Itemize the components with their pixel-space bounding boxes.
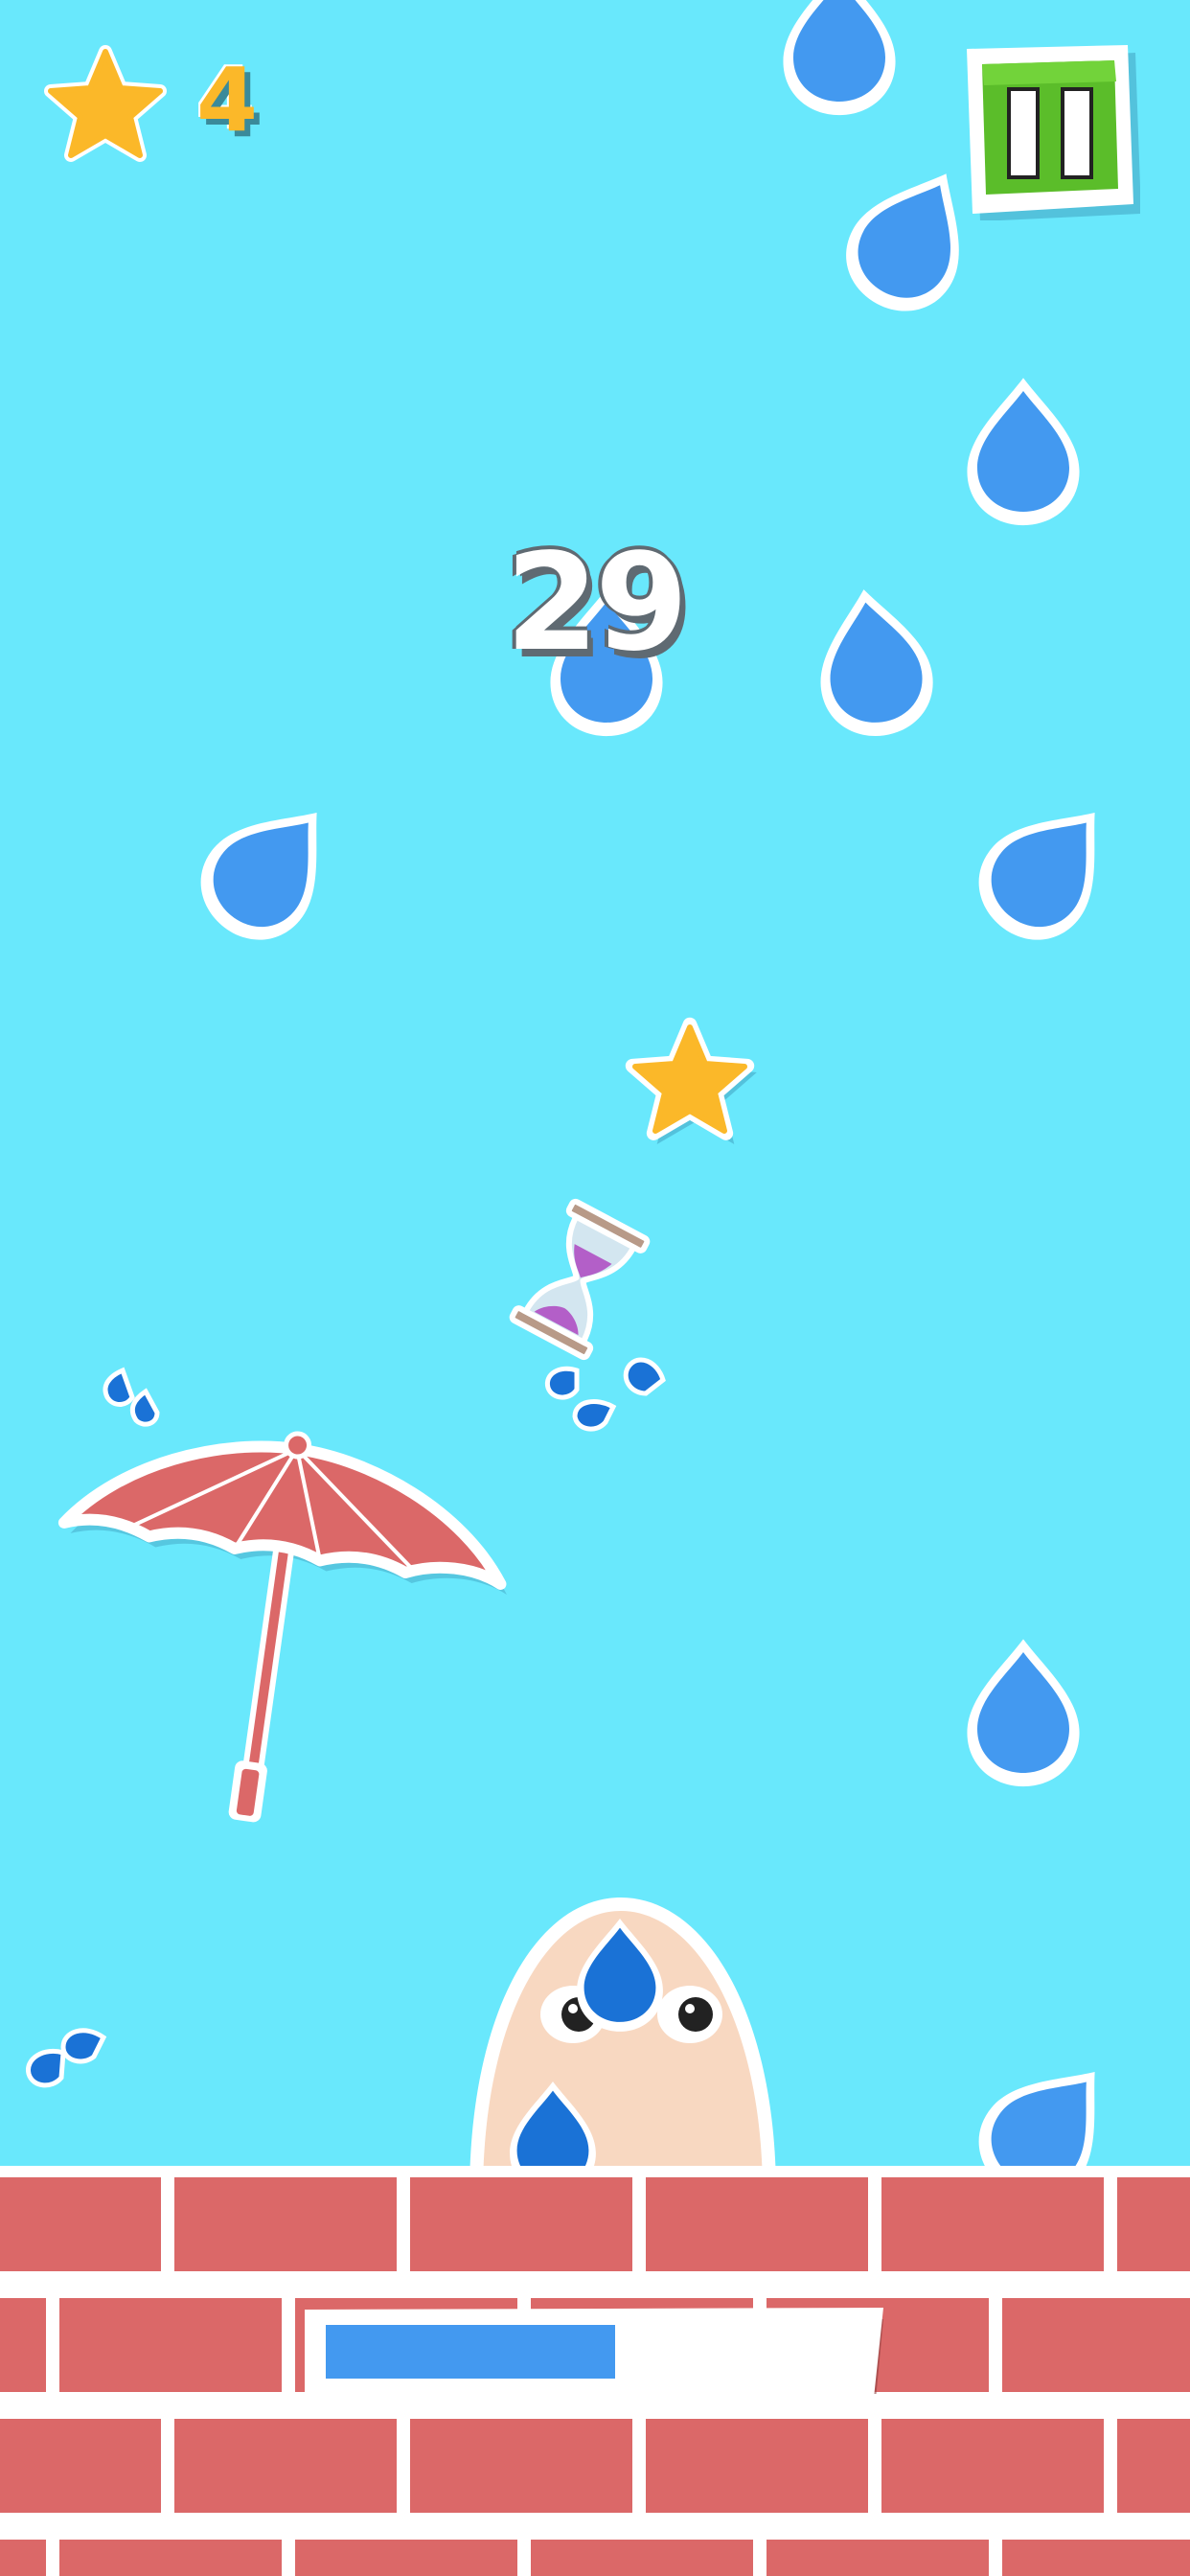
brick <box>1117 2177 1190 2271</box>
brick <box>295 2540 517 2576</box>
brick <box>646 2419 868 2513</box>
pause-icon <box>967 45 1141 221</box>
brick <box>410 2419 632 2513</box>
brick <box>0 2177 161 2271</box>
brick <box>881 2419 1104 2513</box>
star-icon <box>38 40 172 174</box>
splash-center <box>544 1357 666 1432</box>
brick <box>59 2540 282 2576</box>
raindrop <box>967 378 1080 526</box>
brick <box>1117 2419 1190 2513</box>
splash-left <box>103 1367 160 1427</box>
raindrop <box>783 0 896 116</box>
brick <box>410 2177 632 2271</box>
character-eye-right <box>657 1986 722 2043</box>
progress-fill <box>326 2325 615 2379</box>
brick <box>1002 2540 1190 2576</box>
raindrop <box>956 776 1138 962</box>
character <box>469 1898 776 2195</box>
brick <box>174 2177 397 2271</box>
brick <box>174 2419 397 2513</box>
raindrop <box>178 776 360 962</box>
score-display: 29 <box>505 525 689 681</box>
progress-bar-graphic <box>305 2308 883 2402</box>
splash-bottom-left <box>26 2028 107 2088</box>
star-pickup <box>632 1024 757 1144</box>
brick <box>59 2298 282 2392</box>
brick <box>1002 2298 1190 2392</box>
raindrop <box>967 1639 1080 1787</box>
brick <box>0 2419 161 2513</box>
brick <box>0 2540 46 2576</box>
umbrella <box>57 1431 507 1823</box>
progress-bar <box>305 2308 883 2402</box>
star-count: 4 <box>196 49 259 151</box>
brick <box>0 2298 46 2392</box>
raindrop <box>808 581 940 744</box>
hourglass-powerup <box>509 1198 651 1361</box>
brick <box>531 2540 753 2576</box>
pause-button[interactable] <box>963 43 1141 221</box>
brick <box>767 2540 989 2576</box>
brick <box>881 2177 1104 2271</box>
brick <box>646 2177 868 2271</box>
game-scene <box>0 0 1190 2576</box>
